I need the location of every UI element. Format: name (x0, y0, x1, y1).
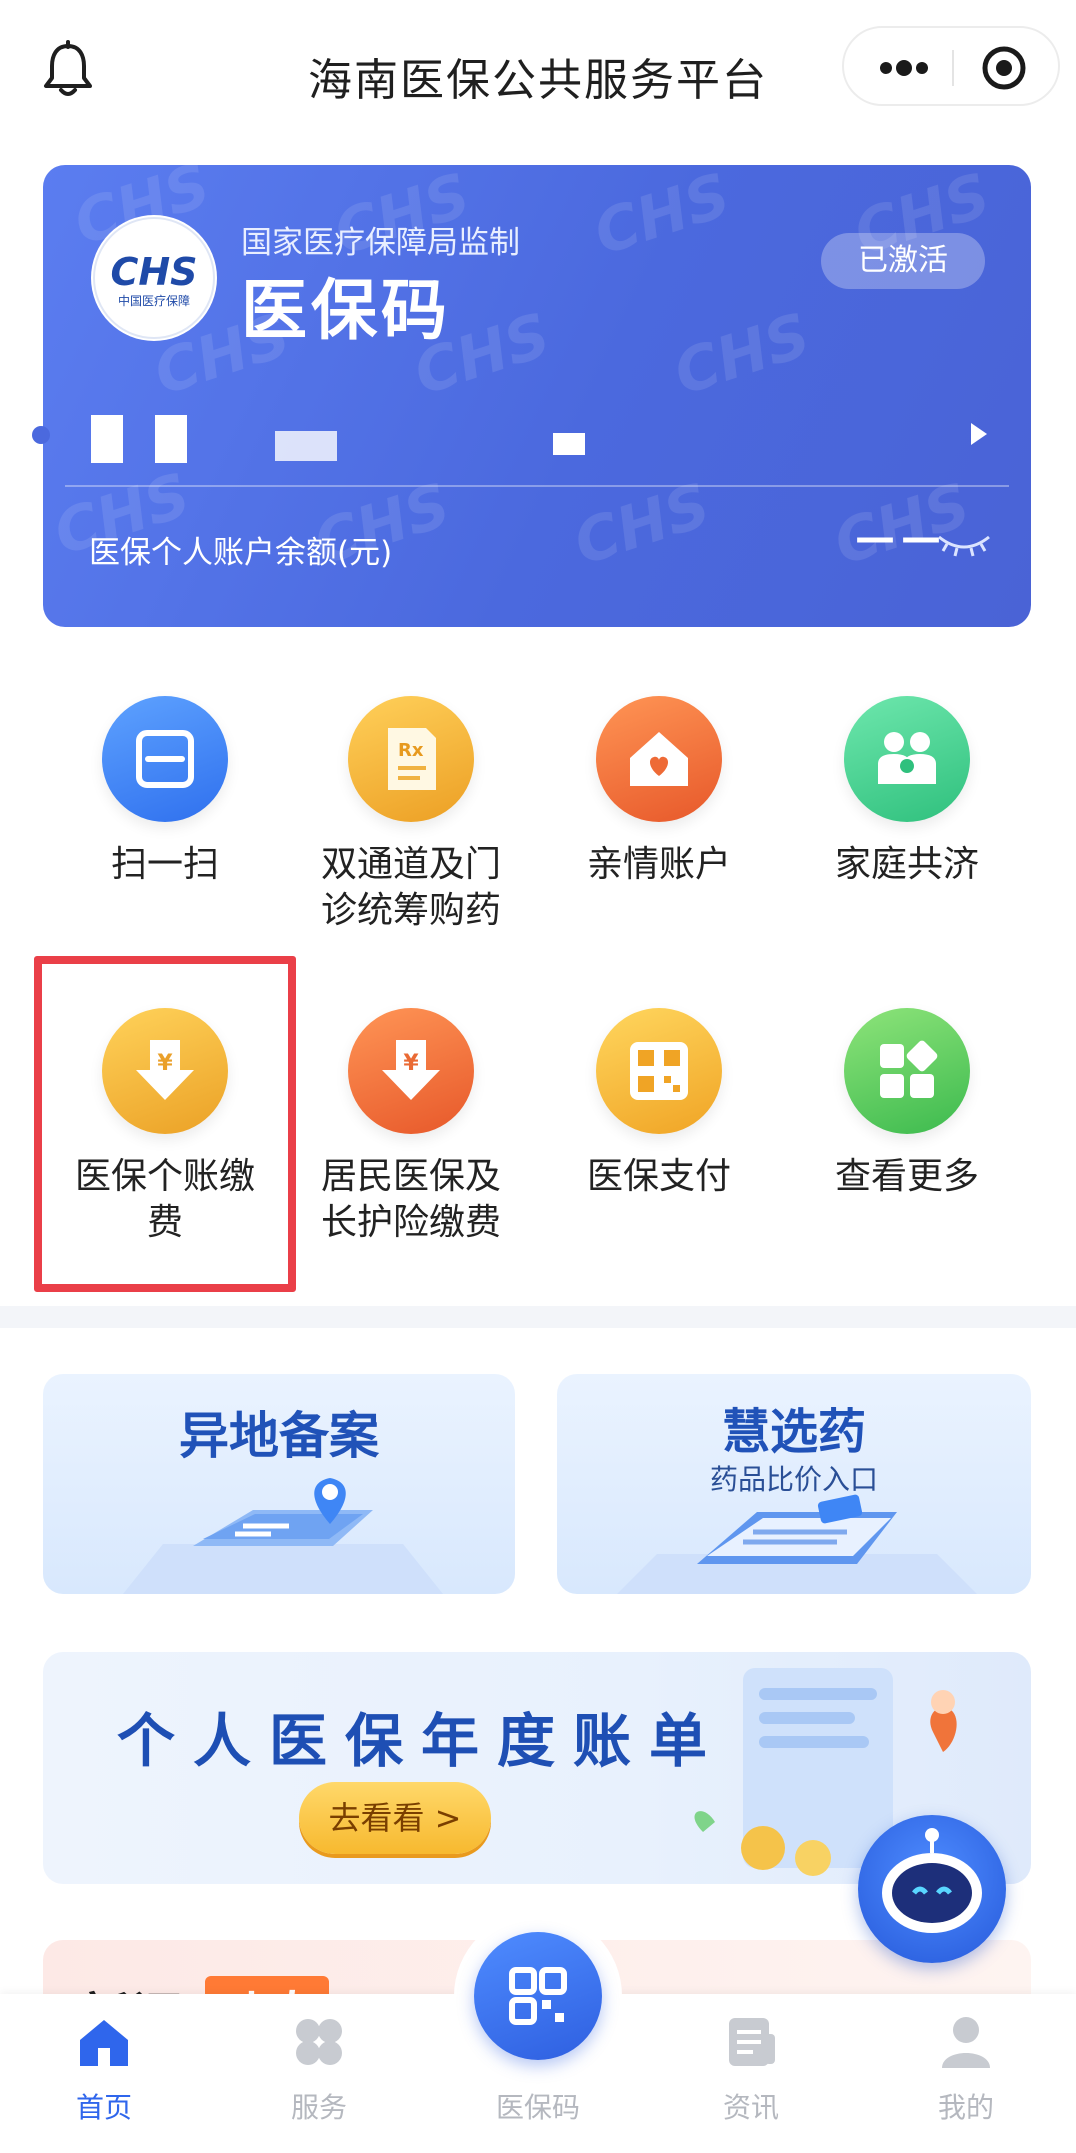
service-family-account[interactable]: 亲情账户 (554, 696, 764, 888)
svg-text:¥: ¥ (403, 1051, 419, 1076)
document-list-icon (617, 1494, 977, 1594)
svg-text:CHS: CHS (110, 250, 197, 294)
card-indicator-dot (32, 426, 50, 444)
target-circle-icon[interactable] (964, 40, 1044, 96)
service-label: 家庭共济 (834, 844, 979, 885)
redacted-block (553, 433, 585, 455)
tab-label: 我的 (937, 2091, 994, 2124)
mini-program-capsule (842, 26, 1060, 106)
ai-assistant-robot-icon[interactable] (858, 1815, 1006, 1963)
balance-value: —— (855, 515, 947, 561)
medical-insurance-code-card[interactable]: CHS CHS CHS CHS CHS CHS CHS CHS CHS CHS … (43, 165, 1031, 627)
qr-pay-icon (596, 1008, 722, 1134)
play-arrow-icon[interactable] (963, 419, 993, 449)
redacted-block (155, 415, 187, 463)
tab-insurance-code[interactable] (474, 1932, 602, 2060)
home-icon (80, 2020, 128, 2066)
tab-label: 服务 (290, 2091, 347, 2124)
family-icon (844, 696, 970, 822)
service-scan[interactable]: 扫一扫 (60, 696, 270, 888)
clover-icon (296, 2019, 342, 2065)
section-divider (0, 1306, 1076, 1328)
service-label: 居民医保及 长护险缴费 (320, 1156, 501, 1243)
tab-label: 首页 (75, 2091, 132, 2124)
service-family-mutual-aid[interactable]: 家庭共济 (802, 696, 1012, 888)
tab-label: 医保码 (495, 2091, 580, 2124)
qr-code-icon (509, 1967, 567, 2025)
home-heart-icon (596, 696, 722, 822)
service-resident-insurance-payment[interactable]: ¥ 居民医保及 长护险缴费 (306, 1008, 516, 1246)
tab-services[interactable]: 服务 (244, 2012, 394, 2126)
card-divider (65, 485, 1009, 487)
tab-label: 资讯 (722, 2091, 779, 2124)
service-insurance-payment[interactable]: 医保支付 (554, 1008, 764, 1200)
service-label: 双通道及门 诊统筹购药 (320, 844, 501, 931)
user-icon (942, 2017, 990, 2068)
redacted-block (275, 431, 337, 461)
tile-smart-drug-selection[interactable]: 慧选药 药品比价入口 (557, 1374, 1031, 1594)
prescription-icon: Rx (348, 696, 474, 822)
yuan-download-icon: ¥ (348, 1008, 474, 1134)
newspaper-icon (729, 2018, 775, 2066)
service-label: 扫一扫 (110, 844, 219, 885)
tab-home[interactable]: 首页 (29, 2012, 179, 2126)
redacted-block (91, 415, 123, 463)
balance-label: 医保个人账户余额(元) (89, 535, 393, 571)
card-supervisor-text: 国家医疗保障局监制 (241, 225, 520, 261)
svg-text:中国医疗保障: 中国医疗保障 (118, 293, 190, 308)
top-nav-bar: 海南医保公共服务平台 (0, 0, 1076, 140)
card-title: 医保码 (241, 272, 451, 349)
highlight-box (34, 956, 296, 1292)
tab-profile[interactable]: 我的 (891, 2012, 1041, 2126)
svg-text:Rx: Rx (398, 740, 424, 761)
service-dual-channel-drugs[interactable]: Rx 双通道及门 诊统筹购药 (306, 696, 516, 934)
svg-text:CHS: CHS (586, 165, 738, 269)
capsule-divider (952, 50, 954, 86)
grid-more-icon (844, 1008, 970, 1134)
status-badge: 已激活 (821, 233, 985, 289)
service-label: 查看更多 (834, 1156, 979, 1197)
tile-remote-filing[interactable]: 异地备案 (43, 1374, 515, 1594)
tab-news[interactable]: 资讯 (676, 2012, 826, 2126)
chs-emblem-icon: CHS 中国医疗保障 (93, 217, 215, 339)
service-label: 医保支付 (586, 1156, 731, 1197)
service-label: 亲情账户 (586, 844, 731, 885)
service-view-more[interactable]: 查看更多 (802, 1008, 1012, 1200)
eye-closed-icon[interactable] (935, 527, 993, 563)
scan-icon (102, 696, 228, 822)
svg-text:CHS: CHS (666, 300, 818, 409)
page: 海南医保公共服务平台 CHS CHS CHS CHS CHS CHS CHS C… (0, 0, 1076, 2153)
map-location-icon (123, 1478, 443, 1594)
more-dots-icon[interactable] (864, 40, 944, 96)
chs-logo: CHS 中国医疗保障 (91, 215, 217, 341)
